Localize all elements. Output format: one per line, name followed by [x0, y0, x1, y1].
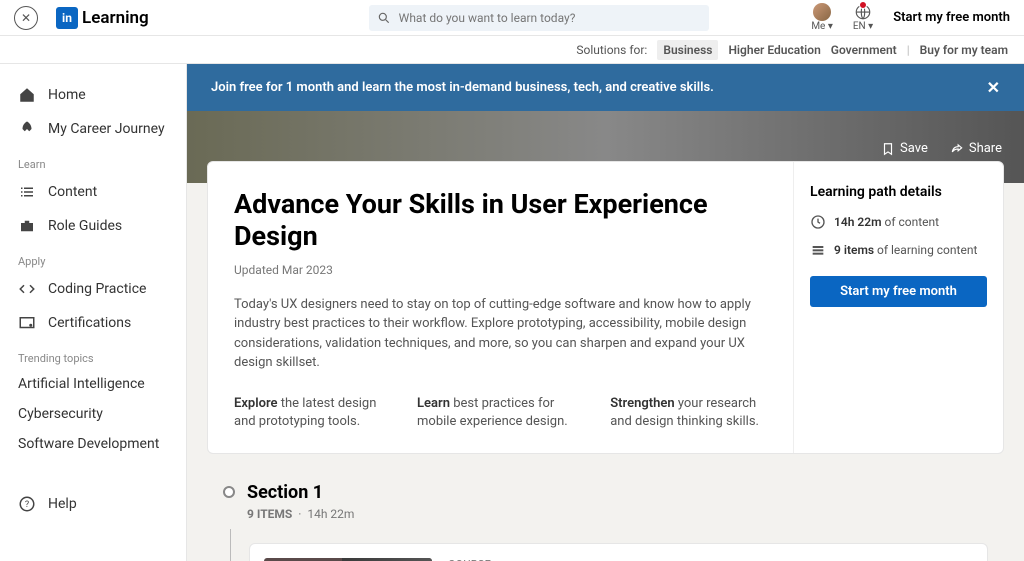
svg-text:?: ? [25, 500, 29, 510]
duration-row: 14h 22m of content [810, 214, 987, 230]
section-meta: 9 ITEMS · 14h 22m [247, 507, 354, 521]
save-button[interactable]: Save [881, 141, 928, 156]
start-free-month-link[interactable]: Start my free month [893, 10, 1010, 25]
linkedin-icon: in [56, 7, 78, 29]
trending-cyber[interactable]: Cybersecurity [0, 399, 186, 429]
updated-label: Updated Mar 2023 [234, 263, 767, 277]
solutions-government[interactable]: Government [831, 43, 897, 57]
stack-icon [810, 242, 826, 258]
help-icon: ? [18, 495, 36, 513]
me-dropdown[interactable]: Me ▾ [811, 3, 833, 32]
clock-icon [810, 214, 826, 230]
section-status-icon [223, 486, 235, 498]
logo-text: Learning [82, 8, 149, 28]
search-icon [377, 11, 391, 25]
promo-banner: Join free for 1 month and learn the most… [187, 64, 1024, 111]
certificate-icon [18, 314, 36, 332]
trending-section-label: Trending topics [0, 340, 186, 369]
code-icon [18, 280, 36, 298]
sidebar-item-coding[interactable]: Coding Practice [0, 272, 186, 306]
solutions-label: Solutions for: [576, 43, 647, 57]
sidebar-item-certifications[interactable]: Certifications [0, 306, 186, 340]
sidebar-item-help[interactable]: ? Help [0, 487, 186, 521]
buy-for-team-link[interactable]: Buy for my team [920, 43, 1008, 57]
search-input[interactable] [399, 11, 701, 25]
briefcase-icon [18, 217, 36, 235]
section-title: Section 1 [247, 482, 354, 503]
avatar [813, 3, 831, 21]
search-input-wrap[interactable] [369, 5, 709, 31]
bookmark-icon [881, 142, 895, 156]
sidebar-item-role-guides[interactable]: Role Guides [0, 209, 186, 243]
share-button[interactable]: Share [950, 141, 1002, 156]
rocket-icon [18, 120, 36, 138]
learn-section-label: Learn [0, 146, 186, 175]
sidebar-item-content[interactable]: Content [0, 175, 186, 209]
logo[interactable]: in Learning [56, 7, 149, 29]
highlight-3: Strengthen your research and design thin… [610, 395, 767, 431]
details-heading: Learning path details [810, 184, 987, 200]
sidebar-item-home[interactable]: Home [0, 78, 186, 112]
start-free-month-button[interactable]: Start my free month [810, 276, 987, 307]
sidebar-item-career[interactable]: My Career Journey [0, 112, 186, 146]
highlight-1: Explore the latest design and prototypin… [234, 395, 377, 431]
solutions-higher-ed[interactable]: Higher Education [728, 43, 820, 57]
banner-close-button[interactable]: ✕ [987, 78, 1000, 97]
trending-ai[interactable]: Artificial Intelligence [0, 369, 186, 399]
apply-section-label: Apply [0, 243, 186, 272]
share-icon [950, 142, 964, 156]
solutions-business[interactable]: Business [657, 40, 718, 60]
language-dropdown[interactable]: EN ▾ [853, 3, 873, 32]
items-row: 9 items of learning content [810, 242, 987, 258]
course-card[interactable]: ◆Polygon 1 ▣Mask Group ●pink_circle ◐cir… [249, 543, 988, 561]
home-icon [18, 86, 36, 104]
highlight-2: Learn best practices for mobile experien… [417, 395, 570, 431]
list-icon [18, 183, 36, 201]
page-description: Today's UX designers need to stay on top… [234, 295, 767, 373]
close-button[interactable]: ✕ [14, 6, 38, 30]
page-title: Advance Your Skills in User Experience D… [234, 188, 767, 253]
trending-software[interactable]: Software Development [0, 429, 186, 459]
